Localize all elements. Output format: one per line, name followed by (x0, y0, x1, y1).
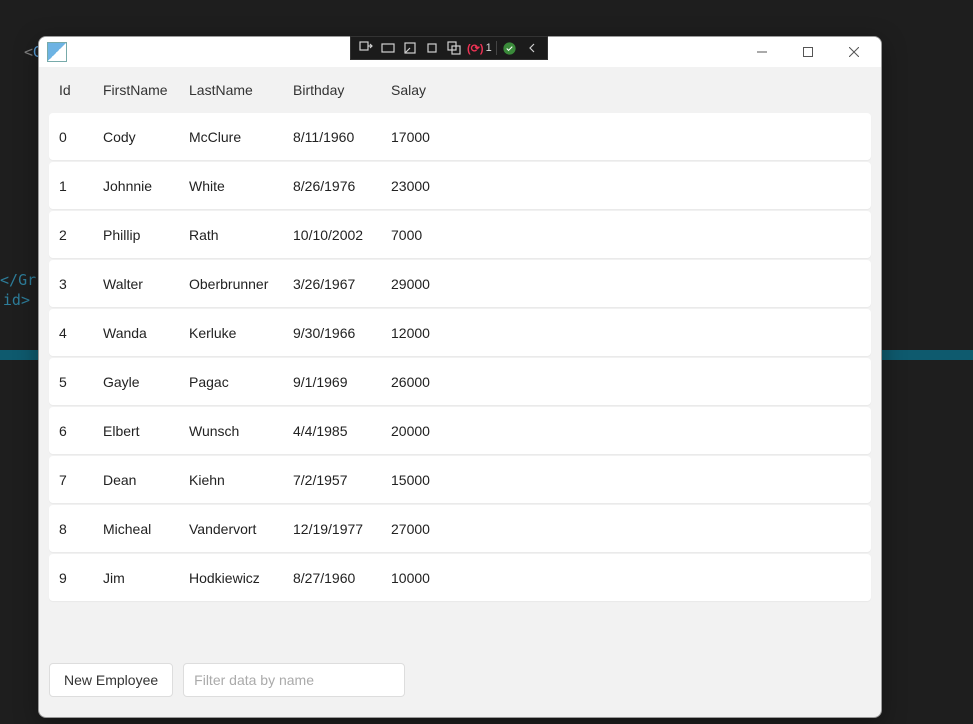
cell-last: Hodkiewicz (189, 570, 293, 586)
live-visual-tree-icon[interactable] (355, 39, 377, 57)
cell-first: Phillip (103, 227, 189, 243)
cell-id: 1 (59, 178, 103, 194)
cell-id: 8 (59, 521, 103, 537)
select-element-icon[interactable] (377, 39, 399, 57)
col-header-birthday[interactable]: Birthday (293, 82, 391, 98)
cell-first: Johnnie (103, 178, 189, 194)
cell-first: Gayle (103, 374, 189, 390)
table-row[interactable]: 9JimHodkiewicz8/27/196010000 (49, 554, 871, 601)
bottom-bar: New Employee (39, 651, 881, 717)
vs-debug-toolbar[interactable]: (⟳)1 (350, 36, 548, 60)
cell-salary: 7000 (391, 227, 471, 243)
table-row[interactable]: 0CodyMcClure8/11/196017000 (49, 113, 871, 160)
cell-salary: 23000 (391, 178, 471, 194)
cell-salary: 29000 (391, 276, 471, 292)
cell-birthday: 10/10/2002 (293, 227, 391, 243)
toolbar-separator (496, 41, 497, 55)
table-body: 0CodyMcClure8/11/1960170001JohnnieWhite8… (49, 113, 871, 603)
cell-first: Walter (103, 276, 189, 292)
table-header-row: Id FirstName LastName Birthday Salay (49, 67, 871, 113)
cell-salary: 12000 (391, 325, 471, 341)
cell-first: Elbert (103, 423, 189, 439)
cell-last: Rath (189, 227, 293, 243)
col-header-lastname[interactable]: LastName (189, 82, 293, 98)
cell-birthday: 4/4/1985 (293, 423, 391, 439)
cell-first: Wanda (103, 325, 189, 341)
cell-salary: 26000 (391, 374, 471, 390)
cell-id: 6 (59, 423, 103, 439)
close-button[interactable] (831, 37, 877, 67)
cell-id: 2 (59, 227, 103, 243)
cell-id: 4 (59, 325, 103, 341)
cell-id: 0 (59, 129, 103, 145)
cell-last: Kerluke (189, 325, 293, 341)
cell-last: Pagac (189, 374, 293, 390)
maximize-button[interactable] (785, 37, 831, 67)
table-row[interactable]: 5GaylePagac9/1/196926000 (49, 358, 871, 405)
cell-birthday: 3/26/1967 (293, 276, 391, 292)
hot-reload-icon[interactable]: (⟳)1 (465, 39, 494, 57)
cell-id: 9 (59, 570, 103, 586)
col-header-id[interactable]: Id (59, 82, 103, 98)
cell-first: Cody (103, 129, 189, 145)
display-layout-icon[interactable] (399, 39, 421, 57)
table-row[interactable]: 1JohnnieWhite8/26/197623000 (49, 162, 871, 209)
cell-id: 3 (59, 276, 103, 292)
table-row[interactable]: 8MichealVandervort12/19/197727000 (49, 505, 871, 552)
table-row[interactable]: 7DeanKiehn7/2/195715000 (49, 456, 871, 503)
cell-first: Dean (103, 472, 189, 488)
cell-salary: 20000 (391, 423, 471, 439)
cell-salary: 10000 (391, 570, 471, 586)
app-window: Id FirstName LastName Birthday Salay 0Co… (38, 36, 882, 718)
cell-last: White (189, 178, 293, 194)
status-ok-icon[interactable] (499, 39, 521, 57)
cell-last: Oberbrunner (189, 276, 293, 292)
cell-last: Kiehn (189, 472, 293, 488)
content-area: Id FirstName LastName Birthday Salay 0Co… (39, 67, 881, 651)
cell-id: 7 (59, 472, 103, 488)
cell-birthday: 8/11/1960 (293, 129, 391, 145)
cell-last: McClure (189, 129, 293, 145)
cell-id: 5 (59, 374, 103, 390)
cell-salary: 15000 (391, 472, 471, 488)
filter-input[interactable] (183, 663, 405, 697)
track-focus-icon[interactable] (421, 39, 443, 57)
table-row[interactable]: 3WalterOberbrunner3/26/196729000 (49, 260, 871, 307)
minimize-button[interactable] (739, 37, 785, 67)
cell-birthday: 7/2/1957 (293, 472, 391, 488)
cell-birthday: 8/27/1960 (293, 570, 391, 586)
cell-first: Micheal (103, 521, 189, 537)
cell-last: Wunsch (189, 423, 293, 439)
cell-last: Vandervort (189, 521, 293, 537)
app-icon (47, 42, 67, 62)
table-row[interactable]: 4WandaKerluke9/30/196612000 (49, 309, 871, 356)
employee-table: Id FirstName LastName Birthday Salay 0Co… (49, 67, 871, 603)
cell-birthday: 12/19/1977 (293, 521, 391, 537)
col-header-firstname[interactable]: FirstName (103, 82, 189, 98)
cell-birthday: 9/1/1969 (293, 374, 391, 390)
table-row[interactable]: 6ElbertWunsch4/4/198520000 (49, 407, 871, 454)
new-employee-button[interactable]: New Employee (49, 663, 173, 697)
collapse-toolbar-icon[interactable] (521, 39, 543, 57)
toggle-selection-icon[interactable] (443, 39, 465, 57)
cell-salary: 17000 (391, 129, 471, 145)
col-header-salary[interactable]: Salay (391, 82, 471, 98)
table-row[interactable]: 2PhillipRath10/10/20027000 (49, 211, 871, 258)
window-controls (739, 37, 877, 67)
cell-birthday: 9/30/1966 (293, 325, 391, 341)
cell-salary: 27000 (391, 521, 471, 537)
code-gutter: </Gr id> (0, 270, 36, 310)
cell-birthday: 8/26/1976 (293, 178, 391, 194)
cell-first: Jim (103, 570, 189, 586)
